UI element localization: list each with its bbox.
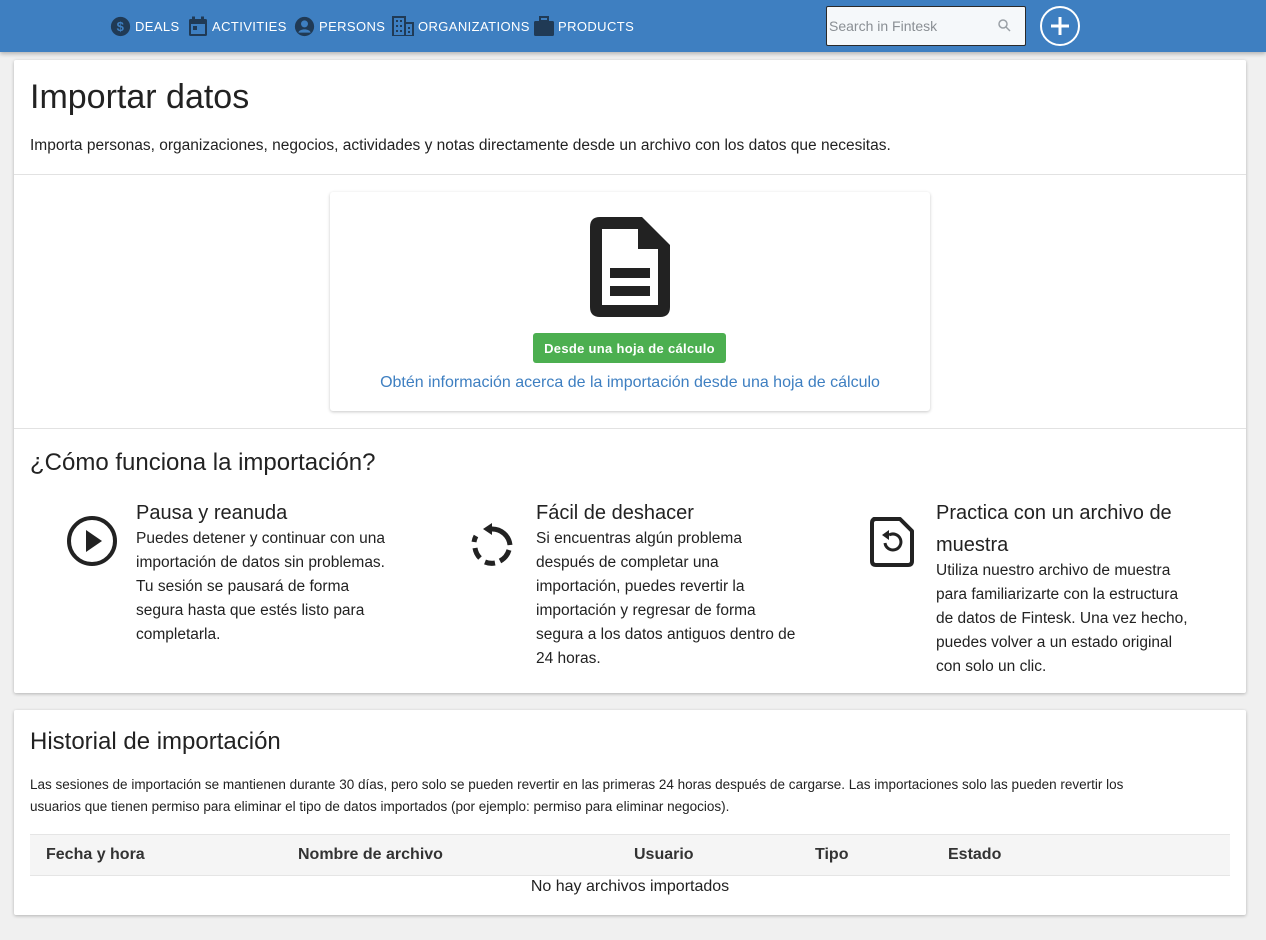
feature-text-line: puedes volver a un estado original [936, 634, 1173, 651]
history-description-line: Las sesiones de importación se mantienen… [30, 777, 1124, 792]
building-icon [392, 16, 414, 36]
divider [14, 174, 1246, 175]
nav-organizations[interactable]: ORGANIZATIONS [392, 14, 530, 38]
feature-title: Practica con un archivo de muestra [936, 497, 1172, 561]
briefcase-icon [534, 16, 554, 36]
column-header-user[interactable]: Usuario [634, 846, 694, 864]
calendar-icon [189, 16, 207, 36]
feature-text-line: de datos de Fintesk. Una vez hecho, [936, 610, 1188, 627]
feature-text-line: con solo un clic. [936, 658, 1047, 675]
feature-text-line: segura hasta que estés listo para [136, 602, 365, 619]
feature-text: Utiliza nuestro archivo de muestra para … [936, 559, 1226, 679]
nav-persons-label: PERSONS [319, 18, 386, 34]
column-header-status[interactable]: Estado [948, 846, 1001, 864]
history-description-line: usuarios que tienen permiso para elimina… [30, 799, 730, 814]
import-info-link[interactable]: Obtén información acerca de la importaci… [330, 374, 930, 392]
spreadsheet-file-icon [590, 217, 670, 317]
history-table: Fecha y hora Nombre de archivo Usuario T… [30, 834, 1230, 895]
nav-activities-label: ACTIVITIES [212, 18, 287, 34]
nav-deals-label: DEALS [135, 18, 180, 34]
feature-text-line: importación y regresar de forma [536, 602, 756, 619]
search-input[interactable] [829, 7, 989, 45]
feature-text-line: segura a los datos antiguos dentro de [536, 626, 796, 643]
history-title: Historial de importación [30, 728, 281, 755]
person-icon [294, 16, 315, 36]
feature-text-line: 24 horas. [536, 650, 601, 667]
nav-persons[interactable]: PERSONS [294, 14, 385, 38]
feature-title: Pausa y reanuda [136, 502, 288, 524]
search-box [826, 6, 1026, 46]
add-button[interactable] [1040, 6, 1080, 46]
feature-text-line: Utiliza nuestro archivo de muestra [936, 562, 1171, 579]
how-it-works-title: ¿Cómo funciona la importación? [30, 449, 376, 476]
top-navigation-bar: $ DEALS ACTIVITIES PERSONS ORGANIZATIONS… [0, 0, 1266, 52]
import-spreadsheet-box: Desde una hoja de cálculo Obtén informac… [330, 192, 930, 411]
plus-icon [1051, 17, 1069, 35]
svg-text:$: $ [117, 18, 125, 33]
column-header-date[interactable]: Fecha y hora [46, 846, 145, 864]
import-from-spreadsheet-button[interactable]: Desde una hoja de cálculo [533, 333, 726, 363]
nav-products[interactable]: PRODUCTS [534, 14, 634, 38]
history-description: Las sesiones de importación se mantienen… [30, 774, 1220, 818]
feature-text-line: para familiarizarte con la estructura [936, 586, 1179, 603]
feature-text-line: importación, puedes revertir la [536, 578, 745, 595]
table-header: Fecha y hora Nombre de archivo Usuario T… [30, 834, 1230, 876]
feature-text-line: después de completar una [536, 554, 719, 571]
feature-text-line: importación de datos sin problemas. [136, 554, 385, 571]
page-title: Importar datos [30, 78, 250, 116]
import-history-card: Historial de importación Las sesiones de… [14, 710, 1246, 915]
page-description: Importa personas, organizaciones, negoci… [30, 137, 891, 154]
nav-deals[interactable]: $ DEALS [110, 14, 180, 38]
divider [14, 428, 1246, 429]
sample-file-reset-icon [870, 517, 914, 567]
import-card: Importar datos Importa personas, organiz… [14, 60, 1246, 693]
feature-title: Fácil de deshacer [536, 502, 694, 524]
nav-organizations-label: ORGANIZATIONS [418, 18, 530, 34]
feature-title-line: Practica con un archivo de [936, 502, 1172, 524]
feature-text-line: completarla. [136, 626, 221, 643]
dollar-icon: $ [110, 16, 131, 36]
feature-text: Si encuentras algún problema después de … [536, 527, 826, 671]
feature-text: Puedes detener y continuar con una impor… [136, 527, 416, 647]
search-icon[interactable] [998, 19, 1011, 32]
undo-icon [471, 523, 513, 566]
feature-text-line: Si encuentras algún problema [536, 530, 742, 547]
play-circle-icon [67, 516, 117, 566]
feature-text-line: Tu sesión se pausará de forma [136, 578, 350, 595]
column-header-type[interactable]: Tipo [815, 846, 848, 864]
feature-text-line: Puedes detener y continuar con una [136, 530, 386, 547]
empty-table-message: No hay archivos importados [530, 878, 730, 895]
nav-products-label: PRODUCTS [558, 18, 635, 34]
feature-title-line: muestra [936, 534, 1009, 556]
nav-activities[interactable]: ACTIVITIES [188, 14, 287, 38]
column-header-filename[interactable]: Nombre de archivo [298, 846, 443, 864]
